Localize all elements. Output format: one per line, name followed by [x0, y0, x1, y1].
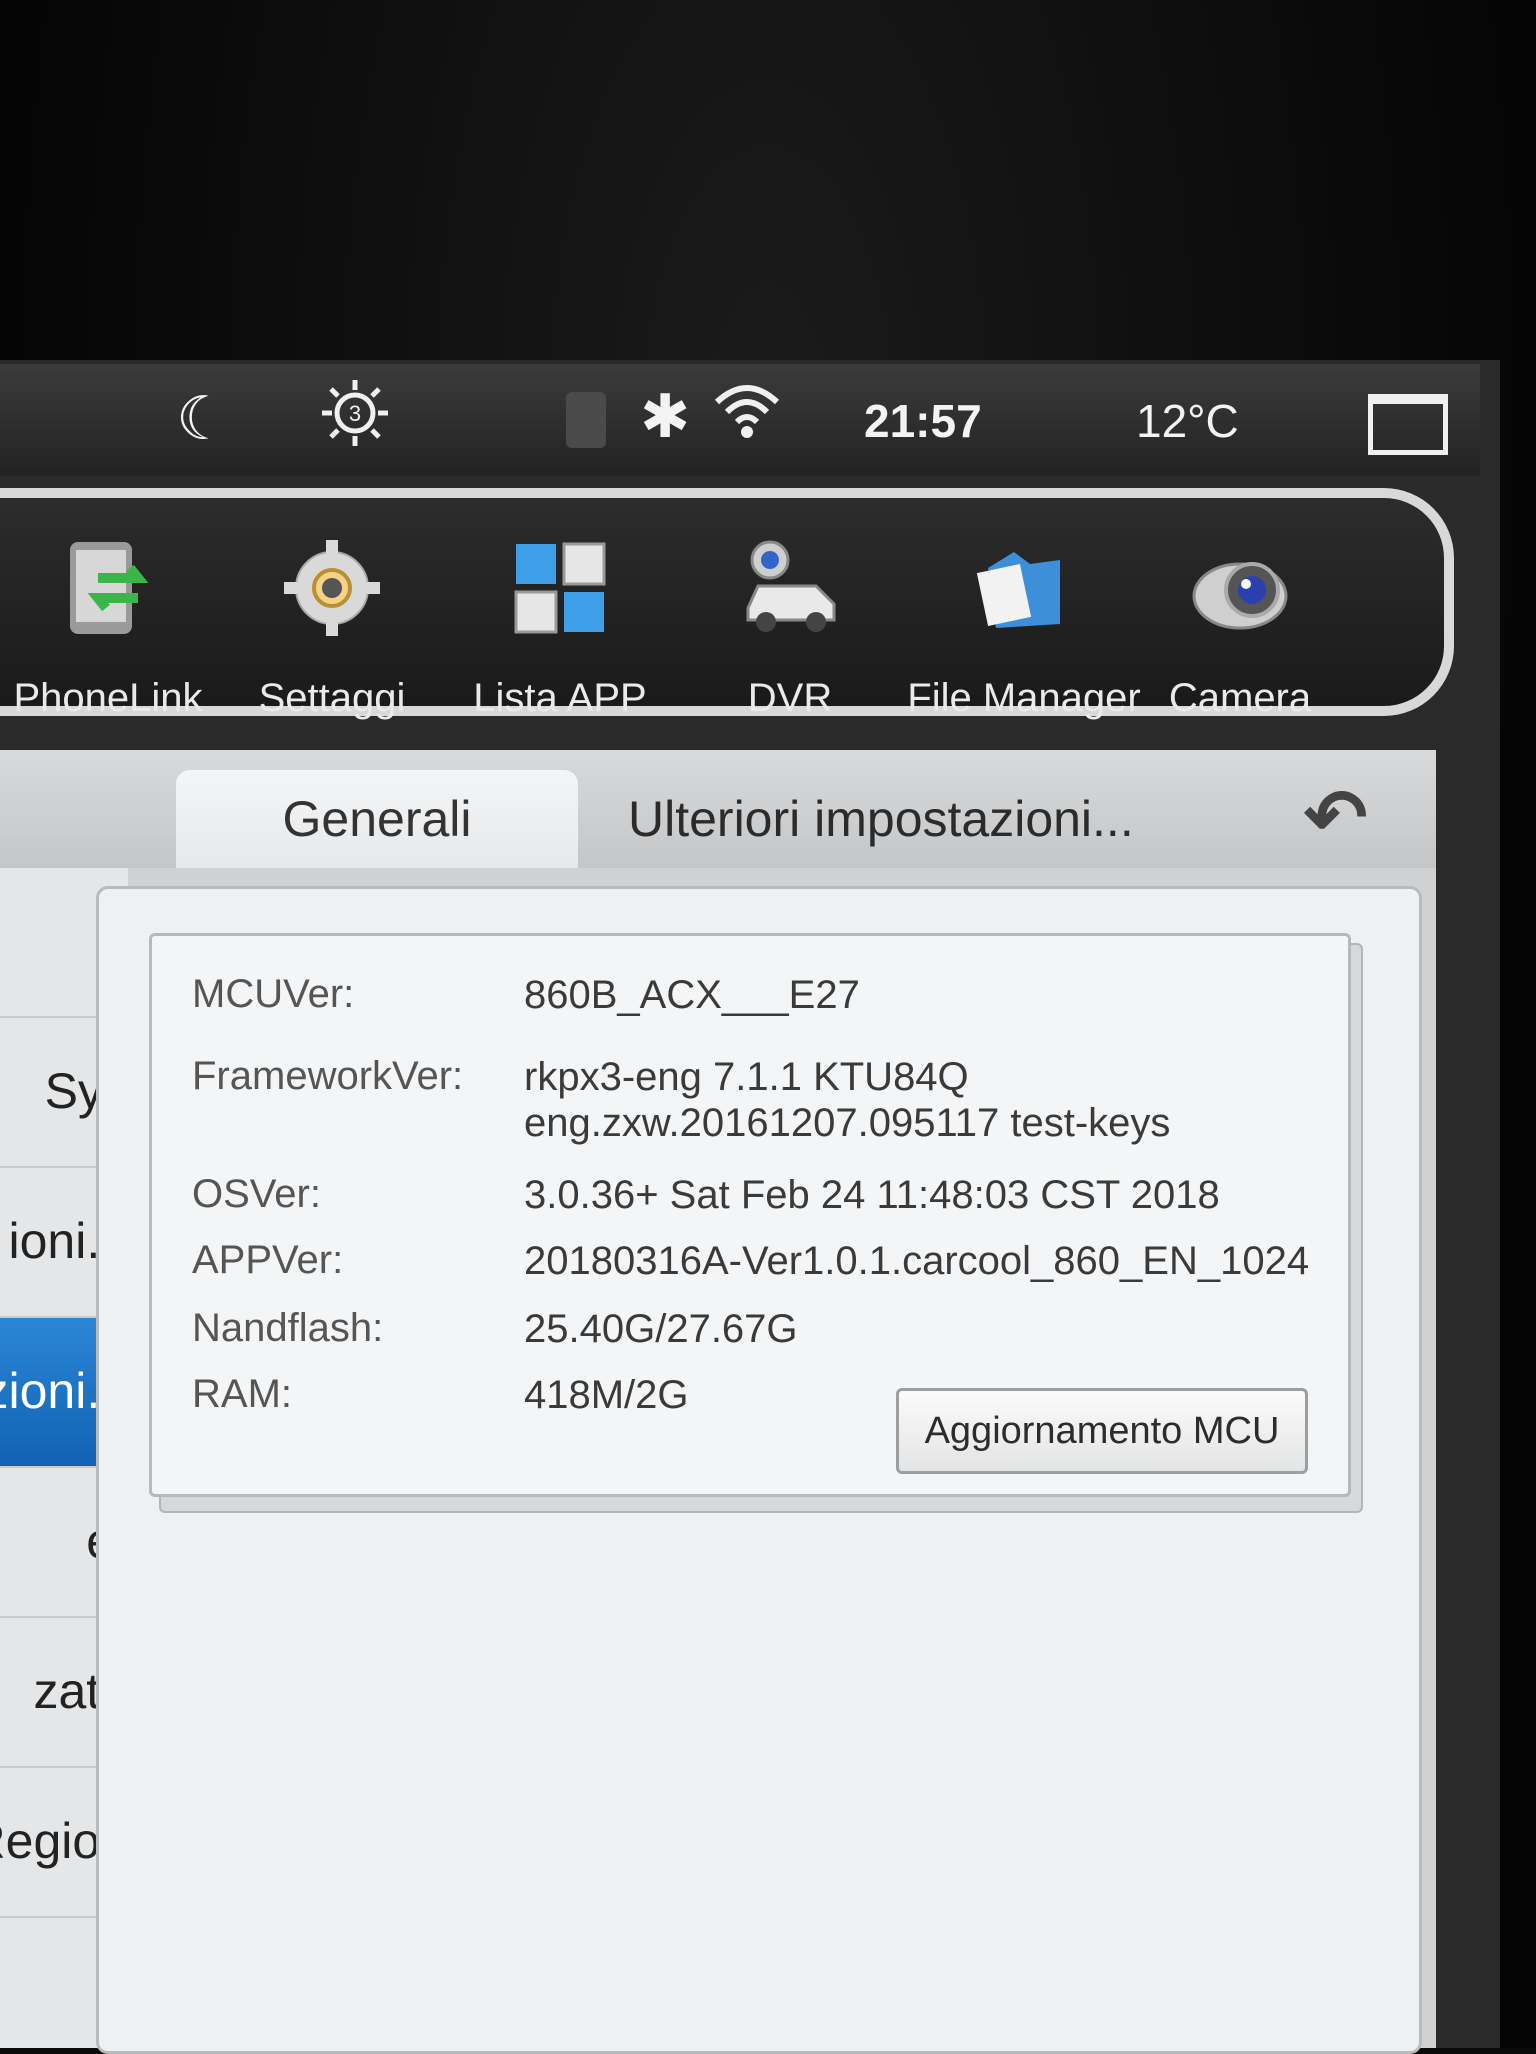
- info-label: MCUVer:: [192, 972, 355, 1016]
- phonelink-icon: [70, 542, 149, 634]
- content-area: MCUVer: 860B_ACX___E27 FrameworkVer: rkp…: [96, 886, 1422, 2054]
- temperature: 12°C: [1136, 395, 1239, 447]
- settings-gear-icon: [284, 540, 380, 636]
- status-bar: ☾ 3 ✱ 21:57 12°C: [0, 364, 1480, 476]
- dock-app-camera[interactable]: Camera: [1140, 498, 1340, 720]
- dock-app-lista-app[interactable]: Lista APP: [460, 498, 660, 720]
- info-value: rkpx3-eng 7.1.1 KTU84Q eng.zxw.20161207.…: [524, 1054, 1354, 1146]
- night-mode-icon[interactable]: ☾: [176, 384, 230, 454]
- folder-icon: [976, 552, 1060, 628]
- mcu-update-button[interactable]: Aggiornamento MCU: [896, 1388, 1308, 1474]
- dock-app-dvr[interactable]: DVR: [690, 498, 890, 720]
- brightness-level: 3: [349, 401, 361, 426]
- info-label: OSVer:: [192, 1172, 321, 1216]
- clock: 21:57: [864, 395, 982, 447]
- info-label: APPVer:: [192, 1238, 344, 1282]
- dock-label: Camera: [1168, 676, 1312, 720]
- dock-app-file-manager[interactable]: File Manager: [907, 498, 1141, 720]
- settings-panel: Generali Ulteriori impostazioni... ↶ r S…: [0, 750, 1436, 2054]
- brightness-icon[interactable]: 3: [320, 378, 390, 463]
- tab-generali[interactable]: Generali: [176, 770, 578, 868]
- info-value-line: eng.zxw.20161207.095117 test-keys: [524, 1101, 1171, 1145]
- back-icon[interactable]: ↶: [1304, 772, 1368, 861]
- system-info-card: MCUVer: 860B_ACX___E27 FrameworkVer: rkp…: [149, 933, 1351, 1497]
- recent-apps-icon[interactable]: [1368, 394, 1448, 455]
- info-label: Nandflash:: [192, 1306, 384, 1350]
- bluetooth-icon: ✱: [640, 383, 691, 450]
- dock-label: DVR: [747, 676, 833, 720]
- dock-label: Lista APP: [473, 676, 647, 720]
- dock-app-phonelink[interactable]: PhoneLink: [8, 498, 208, 720]
- camera-icon: [1192, 562, 1288, 630]
- app-list-icon: [514, 542, 606, 634]
- dock-label: File Manager: [907, 676, 1141, 720]
- info-label: FrameworkVer:: [192, 1054, 464, 1098]
- info-value: 20180316A-Ver1.0.1.carcool_860_EN_1024: [524, 1239, 1310, 1283]
- info-value: 860B_ACX___E27: [524, 973, 860, 1017]
- info-value: 3.0.36+ Sat Feb 24 11:48:03 CST 2018: [524, 1173, 1220, 1217]
- dock-label: Settaggi: [258, 676, 406, 720]
- usb-icon: [566, 392, 606, 448]
- dvr-car-icon: [746, 540, 836, 632]
- info-label: RAM:: [192, 1372, 292, 1416]
- app-dock: PhoneLink Settaggi Lista APP DVR File Ma…: [0, 488, 1454, 720]
- tab-ulteriori-impostazioni[interactable]: Ulteriori impostazioni...: [628, 770, 1134, 868]
- info-value-line: rkpx3-eng 7.1.1 KTU84Q: [524, 1055, 969, 1099]
- tab-bar: Generali Ulteriori impostazioni... ↶: [0, 750, 1436, 868]
- dock-label: PhoneLink: [13, 676, 203, 720]
- info-value: 25.40G/27.67G: [524, 1307, 798, 1351]
- wifi-icon: [712, 374, 782, 459]
- dock-app-settaggi[interactable]: Settaggi: [232, 498, 432, 720]
